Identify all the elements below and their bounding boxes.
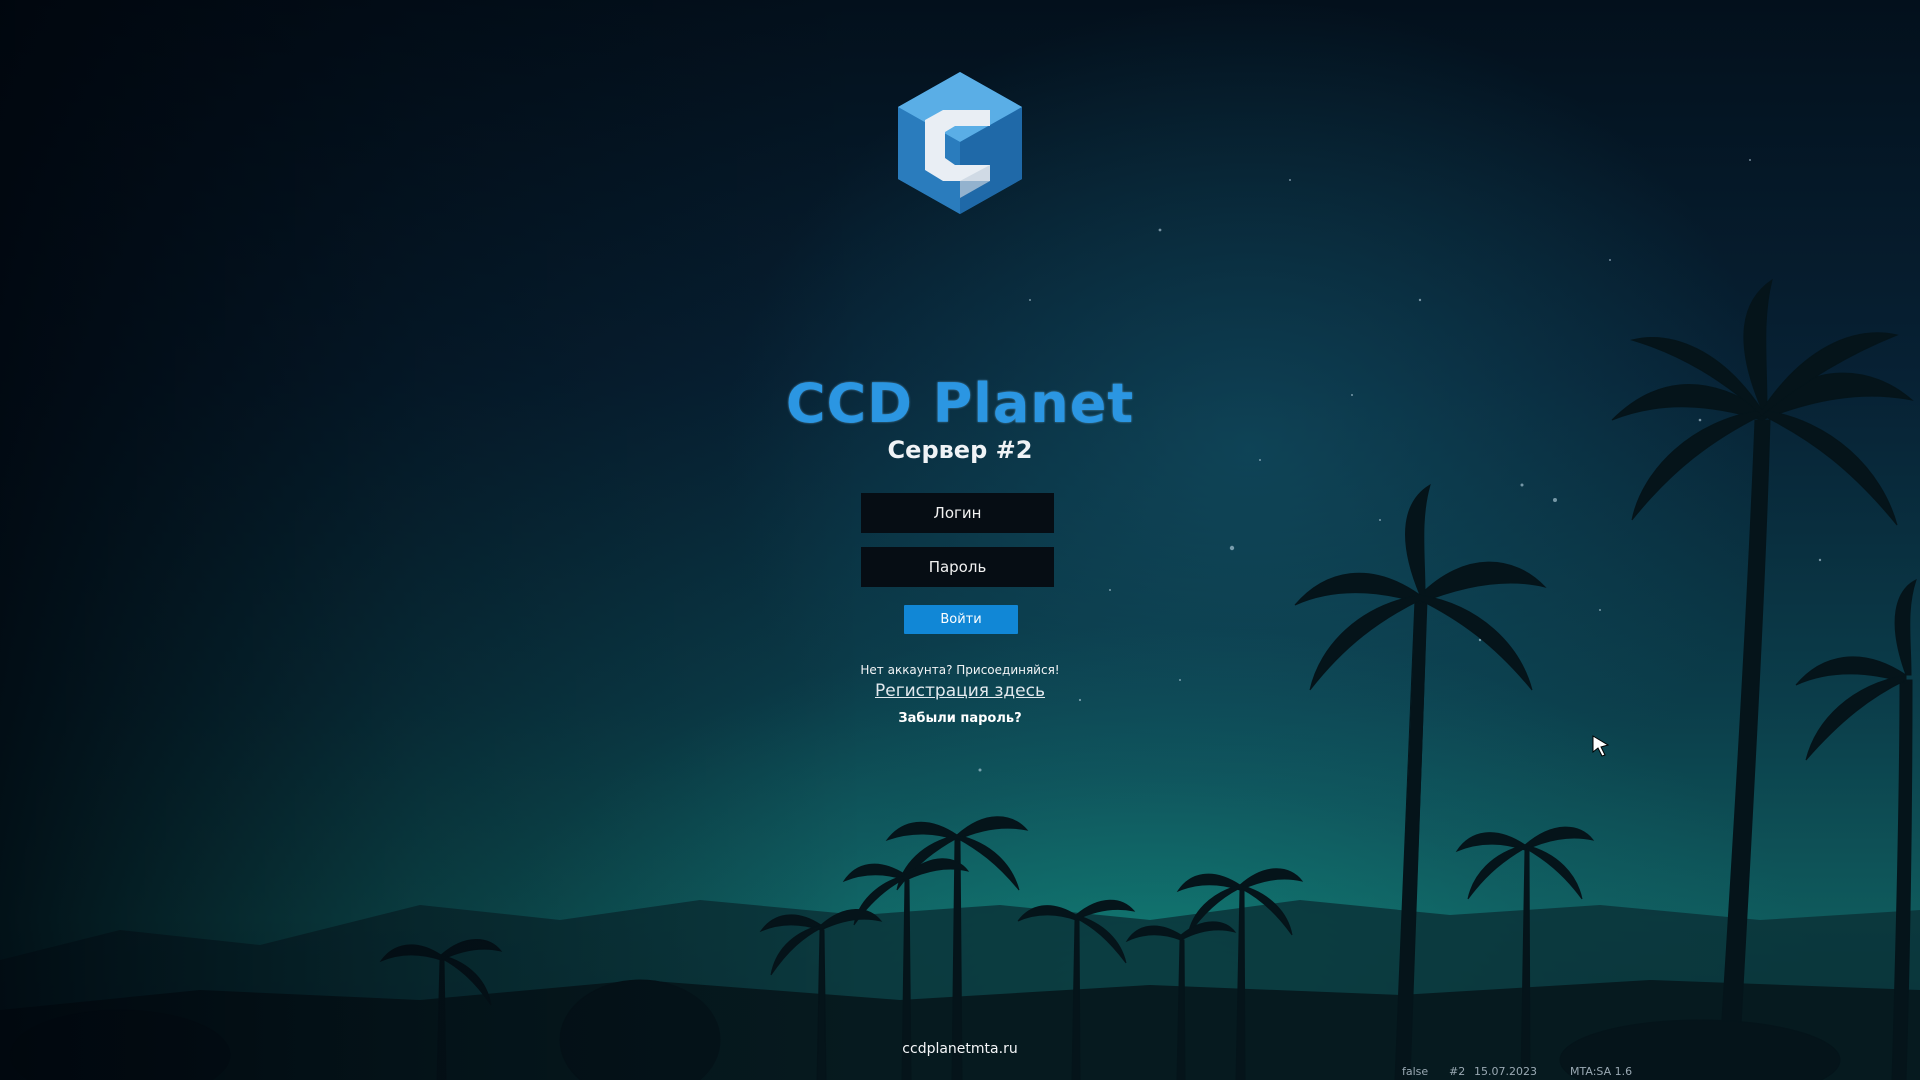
- login-screen: CCD Planet Сервер #2 Войти Нет аккаунта?…: [0, 0, 1920, 1080]
- website-url: ccdplanetmta.ru: [902, 1041, 1018, 1057]
- forgot-password-link[interactable]: Забыли пароль?: [0, 711, 1920, 726]
- client-version: MTA:SA 1.6: [1570, 1065, 1633, 1078]
- server-label: Сервер #2: [887, 436, 1033, 464]
- ccd-cube-logo-icon: [898, 72, 1022, 214]
- pointer-arrow-icon: [1592, 735, 1610, 757]
- password-input[interactable]: [861, 547, 1054, 587]
- login-button[interactable]: Войти: [904, 605, 1018, 634]
- no-account-text: Нет аккаунта? Присоединяйся!: [860, 663, 1060, 677]
- game-title: CCD Planet: [785, 372, 1135, 435]
- status-server-tag: #2: [1449, 1065, 1466, 1078]
- status-flag: false: [1402, 1065, 1429, 1078]
- status-date: 15.07.2023: [1474, 1065, 1537, 1078]
- status-bar: false #2 15.07.2023 MTA:SA 1.6: [1320, 1062, 1920, 1080]
- register-link[interactable]: Регистрация здесь: [0, 681, 1920, 701]
- login-input[interactable]: [861, 493, 1054, 533]
